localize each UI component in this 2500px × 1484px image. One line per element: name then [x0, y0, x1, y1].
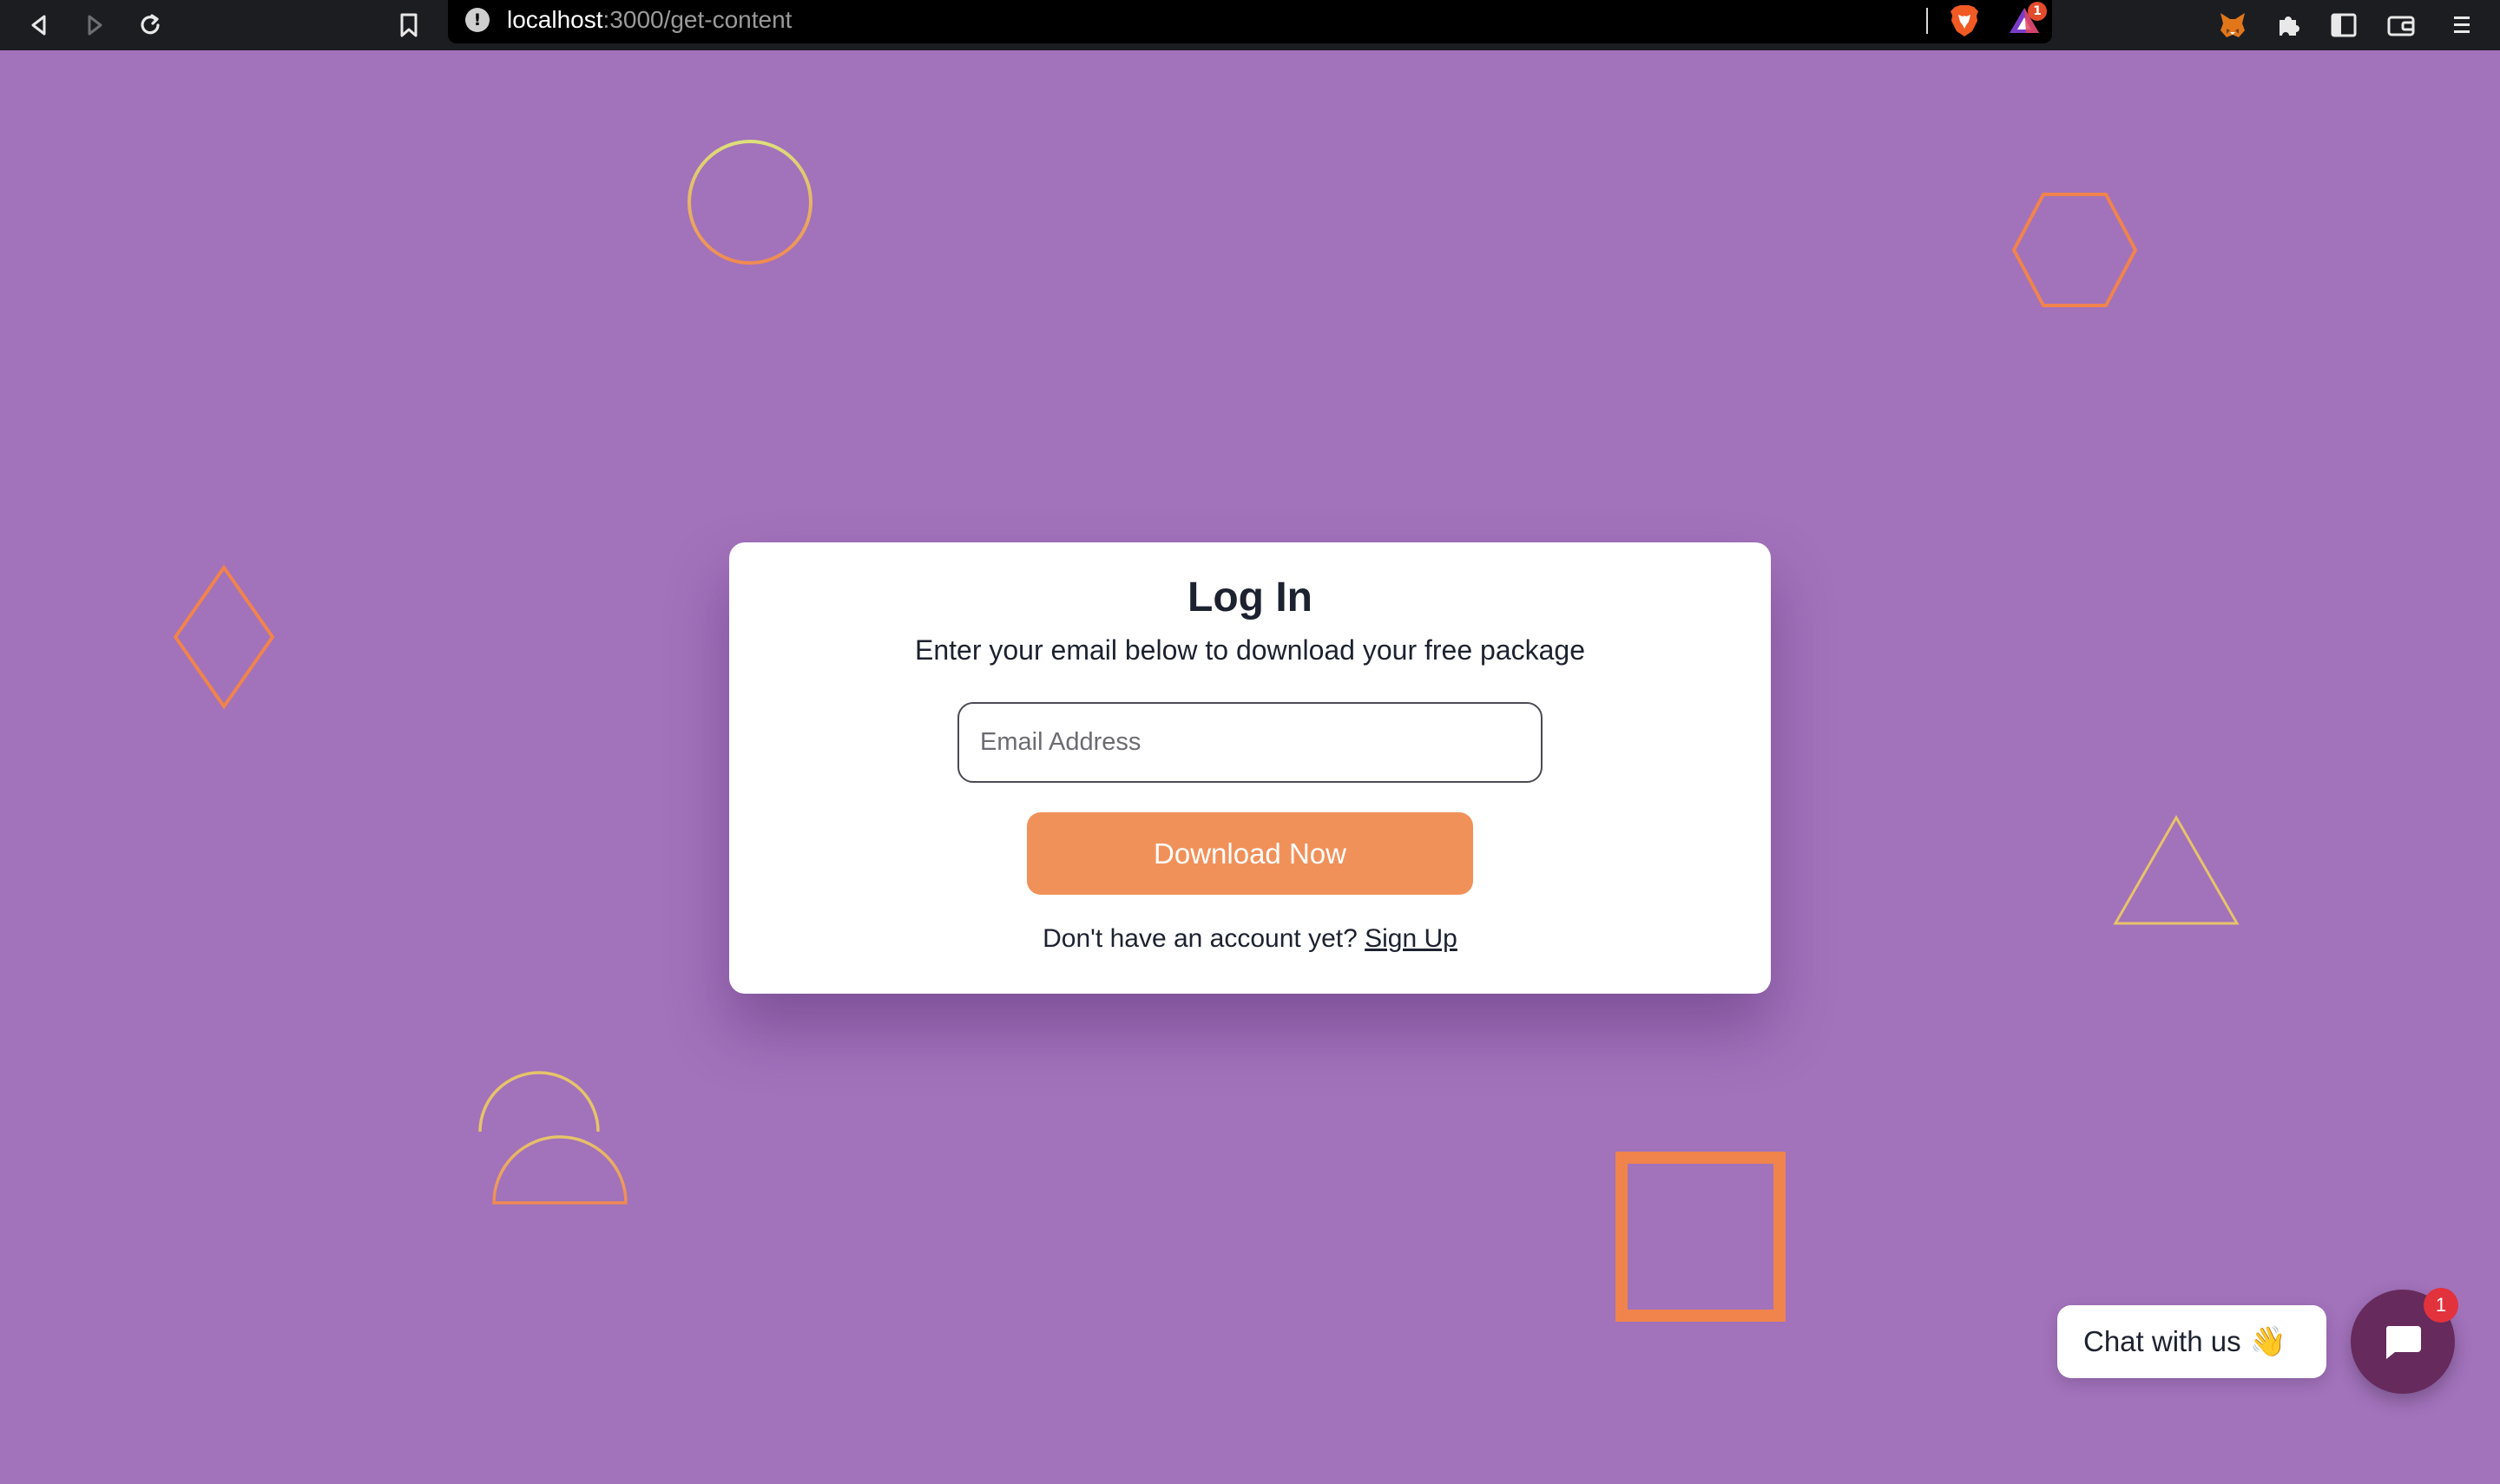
email-field[interactable]: [957, 702, 1543, 783]
forward-icon[interactable]: [76, 7, 113, 43]
login-card: Log In Enter your email below to downloa…: [729, 542, 1771, 994]
url-divider: [1926, 8, 1928, 34]
circle-shape: [688, 140, 812, 265]
reload-icon[interactable]: [132, 7, 168, 43]
chat-label: Chat with us: [2083, 1325, 2241, 1357]
chat-bubble-icon: [2385, 1326, 2421, 1359]
page-title: Log In: [1188, 575, 1312, 621]
no-account-text: Don't have an account yet?: [1043, 924, 1358, 953]
login-subtitle: Enter your email below to download your …: [915, 634, 1585, 666]
menu-icon[interactable]: [2444, 7, 2480, 43]
diamond-shape: [173, 564, 275, 710]
half-circles-shape: [478, 1071, 628, 1205]
browser-toolbar: ! localhost:3000/get-content 1: [0, 0, 2500, 50]
back-icon[interactable]: [21, 7, 57, 43]
hexagon-shape: [2011, 193, 2138, 307]
signup-prompt: Don't have an account yet? Sign Up: [729, 924, 1771, 954]
sidebar-icon[interactable]: [2326, 7, 2362, 43]
sign-up-link[interactable]: Sign Up: [1365, 924, 1457, 953]
address-bar[interactable]: ! localhost:3000/get-content 1: [448, 0, 2052, 43]
download-now-button[interactable]: Download Now: [1027, 812, 1473, 895]
wave-icon: 👋: [2249, 1325, 2286, 1358]
extensions-icon[interactable]: [2270, 7, 2306, 43]
bookmark-icon[interactable]: [391, 7, 427, 43]
site-info-icon[interactable]: !: [465, 8, 490, 32]
url-text[interactable]: localhost:3000/get-content: [507, 5, 792, 35]
chat-with-us-pill[interactable]: Chat with us 👋: [2057, 1305, 2326, 1378]
square-shape: [1615, 1152, 1786, 1322]
chat-notification-badge: 1: [2424, 1288, 2458, 1323]
brave-shields-icon[interactable]: [1948, 3, 1981, 38]
metamask-fox-icon[interactable]: [2214, 7, 2251, 43]
rewards-badge: 1: [2028, 2, 2047, 21]
triangle-shape: [2113, 814, 2240, 925]
wallet-icon[interactable]: [2383, 7, 2419, 43]
